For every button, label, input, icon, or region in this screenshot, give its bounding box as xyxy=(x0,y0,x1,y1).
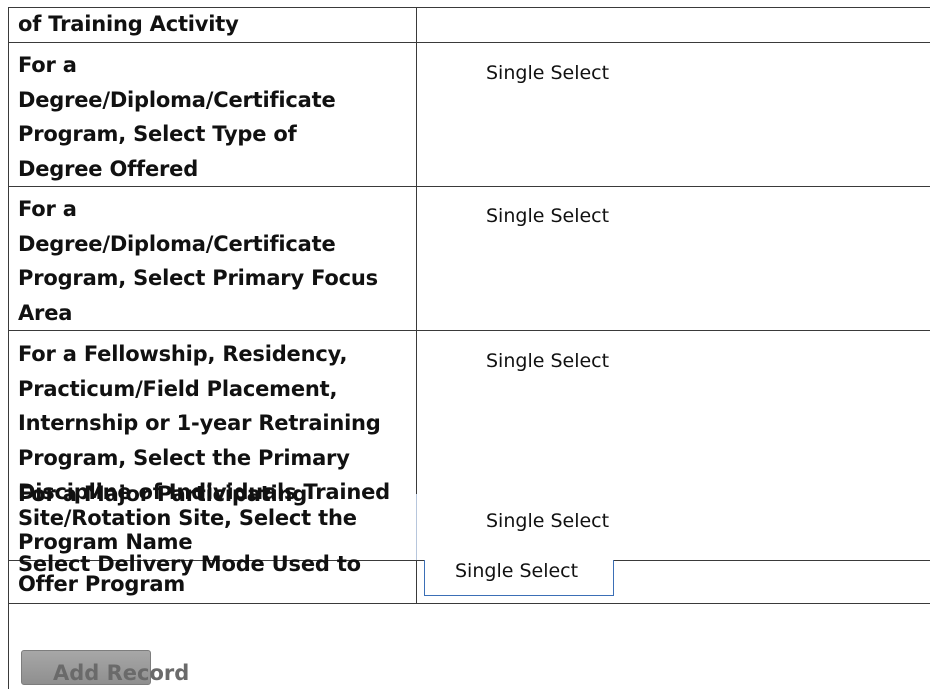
row-divider xyxy=(8,330,930,331)
column-divider xyxy=(416,7,417,494)
field-label-degree-type: For a Degree/Diploma/Certificate Program… xyxy=(18,53,336,181)
row-divider xyxy=(8,603,930,604)
row-divider xyxy=(8,42,930,43)
program-name-select[interactable]: Single Select xyxy=(486,510,609,532)
delivery-mode-select-value: Single Select xyxy=(455,560,579,582)
add-record-label: Add Record xyxy=(53,661,190,685)
field-label-primary-focus: For a Degree/Diploma/Certificate Program… xyxy=(18,197,378,325)
field-label-program-name: For a Major Participating Site/Rotation … xyxy=(18,482,357,554)
field-label-training-activity: of Training Activity xyxy=(18,12,239,36)
table-left-border xyxy=(8,7,9,689)
column-divider-faint xyxy=(416,494,417,560)
primary-discipline-select[interactable]: Single Select xyxy=(486,350,609,372)
row-divider xyxy=(8,186,930,187)
column-divider-lower xyxy=(416,560,417,603)
primary-focus-select[interactable]: Single Select xyxy=(486,205,609,227)
field-label-delivery-mode: Select Delivery Mode Used to Offer Progr… xyxy=(18,552,361,596)
delivery-mode-select[interactable]: Single Select xyxy=(424,560,614,596)
degree-type-select[interactable]: Single Select xyxy=(486,62,609,84)
